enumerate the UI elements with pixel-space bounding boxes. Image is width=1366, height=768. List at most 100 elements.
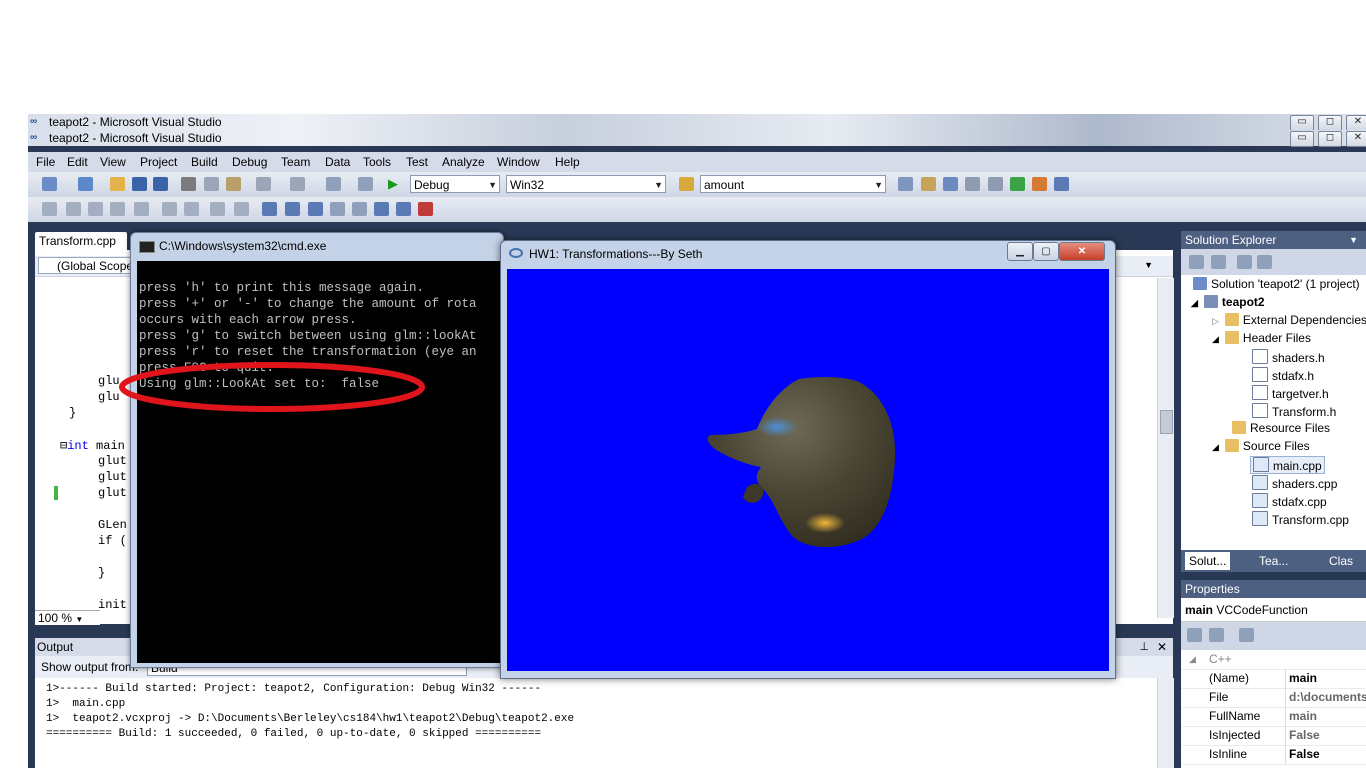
- class-diagram-icon[interactable]: [1257, 255, 1272, 269]
- prev-bookmark-icon[interactable]: [285, 202, 300, 216]
- tree-item-header-files[interactable]: ◢ Header Files: [1212, 331, 1311, 345]
- refresh-icon[interactable]: [1237, 255, 1252, 269]
- minimize-button[interactable]: ▭: [1290, 131, 1314, 147]
- alphabetical-icon[interactable]: [1209, 628, 1224, 642]
- maximize-button[interactable]: ◻: [1318, 131, 1342, 147]
- tab-solution-explorer[interactable]: Solut...: [1185, 552, 1231, 570]
- tree-item-file[interactable]: shaders.h: [1252, 349, 1325, 365]
- title-bar-duplicate[interactable]: ∞ teapot2 - Microsoft Visual Studio ▭ ◻ …: [28, 130, 1366, 147]
- find-icon[interactable]: [898, 177, 913, 191]
- property-category[interactable]: ◢ C++: [1181, 650, 1366, 670]
- save-icon[interactable]: [132, 177, 147, 191]
- editor-scrollbar[interactable]: [1157, 278, 1174, 618]
- toolbox-icon[interactable]: [988, 177, 1003, 191]
- properties-window-icon[interactable]: [921, 177, 936, 191]
- tree-item-source-files[interactable]: ◢ Source Files: [1212, 439, 1310, 453]
- uncomment-icon[interactable]: [210, 202, 225, 216]
- indent-icon[interactable]: [162, 202, 177, 216]
- property-row[interactable]: File d:\documents\: [1181, 688, 1366, 708]
- copy-icon[interactable]: [204, 177, 219, 191]
- next-bookmark-icon[interactable]: [308, 202, 323, 216]
- tree-item-file[interactable]: targetver.h: [1252, 385, 1329, 401]
- comment-icon[interactable]: [184, 202, 199, 216]
- platform-select[interactable]: Win32 ▼: [506, 175, 666, 193]
- menu-window[interactable]: Window: [497, 155, 540, 169]
- cut-icon[interactable]: [181, 177, 196, 191]
- scrollbar-thumb[interactable]: [1160, 410, 1173, 434]
- console-window[interactable]: C:\Windows\system32\cmd.exe press 'h' to…: [130, 232, 504, 668]
- tab-transform-cpp[interactable]: Transform.cpp: [35, 232, 127, 250]
- open-file-icon[interactable]: [110, 177, 125, 191]
- command-window-icon[interactable]: [1054, 177, 1069, 191]
- menu-analyze[interactable]: Analyze: [442, 155, 485, 169]
- tree-item-solution[interactable]: Solution 'teapot2' (1 project): [1193, 277, 1360, 291]
- paste-icon[interactable]: [226, 177, 241, 191]
- render-viewport[interactable]: [507, 269, 1109, 671]
- properties-object-select[interactable]: main VCCodeFunction: [1181, 598, 1366, 622]
- maximize-button[interactable]: ▢: [1033, 242, 1059, 261]
- clear-bookmarks-icon[interactable]: [418, 202, 433, 216]
- menu-edit[interactable]: Edit: [67, 155, 88, 169]
- opengl-window[interactable]: HW1: Transformations---By Seth ▁ ▢ ✕: [500, 240, 1116, 679]
- scope-select[interactable]: (Global Scope: [38, 257, 138, 274]
- pin-icon[interactable]: ⊥: [1139, 638, 1149, 656]
- undo-icon[interactable]: [256, 177, 271, 191]
- tree-item-external-dependencies[interactable]: ▷ External Dependencies: [1212, 313, 1366, 327]
- menu-test[interactable]: Test: [406, 155, 428, 169]
- property-row[interactable]: (Name) main: [1181, 669, 1366, 689]
- add-item-icon[interactable]: [78, 177, 93, 191]
- configuration-select[interactable]: Debug ▼: [410, 175, 500, 193]
- tree-item-file[interactable]: stdafx.cpp: [1252, 493, 1327, 509]
- properties-icon[interactable]: [1189, 255, 1204, 269]
- tree-item-file[interactable]: shaders.cpp: [1252, 475, 1337, 491]
- prev-bookmark-doc-icon[interactable]: [374, 202, 389, 216]
- tree-item-file-selected[interactable]: main.cpp: [1250, 456, 1325, 474]
- outdent-icon[interactable]: [134, 202, 149, 216]
- complete-word-icon[interactable]: [110, 202, 125, 216]
- save-all-icon[interactable]: [153, 177, 168, 191]
- close-button[interactable]: ✕: [1346, 131, 1366, 147]
- prev-bookmark-folder-icon[interactable]: [330, 202, 345, 216]
- bookmark-icon[interactable]: [262, 202, 277, 216]
- navigate-forward-icon[interactable]: [358, 177, 373, 191]
- menu-project[interactable]: Project: [140, 155, 177, 169]
- minimize-button[interactable]: ▭: [1290, 115, 1314, 131]
- menu-build[interactable]: Build: [191, 155, 218, 169]
- title-bar[interactable]: ∞ teapot2 - Microsoft Visual Studio ▭ ◻ …: [28, 114, 1366, 131]
- menu-team[interactable]: Team: [281, 155, 310, 169]
- output-scrollbar[interactable]: [1157, 678, 1174, 768]
- menu-tools[interactable]: Tools: [363, 155, 391, 169]
- find-in-files-icon[interactable]: [679, 177, 694, 191]
- chevron-down-icon[interactable]: ▼: [1144, 260, 1153, 270]
- tree-item-file[interactable]: Transform.cpp: [1252, 511, 1349, 527]
- menu-debug[interactable]: Debug: [232, 155, 267, 169]
- next-bookmark-folder-icon[interactable]: [352, 202, 367, 216]
- menu-data[interactable]: Data: [325, 155, 350, 169]
- tab-class-view[interactable]: Clas: [1329, 554, 1353, 568]
- parameter-info-icon[interactable]: [66, 202, 81, 216]
- find-input[interactable]: amount ▼: [700, 175, 886, 193]
- categorized-icon[interactable]: [1187, 628, 1202, 642]
- navigate-backward-icon[interactable]: [326, 177, 341, 191]
- object-browser-icon[interactable]: [965, 177, 980, 191]
- maximize-button[interactable]: ◻: [1318, 115, 1342, 131]
- console-output[interactable]: press 'h' to print this message again. p…: [137, 261, 503, 663]
- redo-icon[interactable]: [290, 177, 305, 191]
- zoom-level[interactable]: 100 % ▼: [35, 610, 100, 625]
- next-bookmark-doc-icon[interactable]: [396, 202, 411, 216]
- show-all-files-icon[interactable]: [1211, 255, 1226, 269]
- output-text[interactable]: 1>------ Build started: Project: teapot2…: [35, 678, 1174, 768]
- tab-team-explorer[interactable]: Tea...: [1259, 554, 1288, 568]
- extension-manager-icon[interactable]: [1032, 177, 1047, 191]
- tree-item-resource-files[interactable]: Resource Files: [1232, 421, 1330, 435]
- format-icon[interactable]: [234, 202, 249, 216]
- member-list-icon[interactable]: [42, 202, 57, 216]
- solution-explorer-icon[interactable]: [943, 177, 958, 191]
- tree-item-file[interactable]: Transform.h: [1252, 403, 1336, 419]
- chevron-down-icon[interactable]: ▼: [1349, 231, 1358, 249]
- property-row[interactable]: IsInline False: [1181, 745, 1366, 765]
- property-row[interactable]: IsInjected False: [1181, 726, 1366, 746]
- property-pages-icon[interactable]: [1239, 628, 1254, 642]
- new-project-icon[interactable]: [42, 177, 57, 191]
- tree-item-project[interactable]: ◢ teapot2: [1191, 295, 1265, 309]
